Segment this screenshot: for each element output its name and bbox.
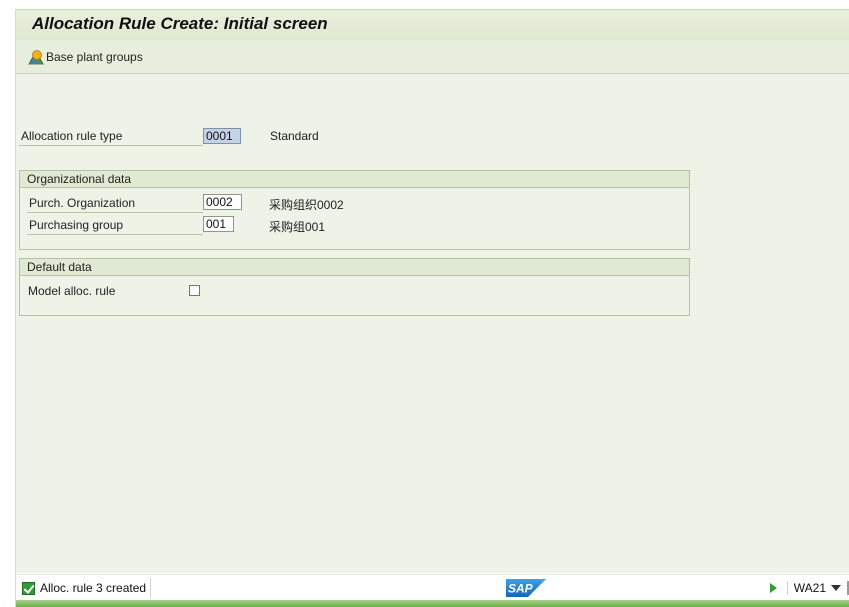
model-alloc-rule-checkbox[interactable]: [189, 285, 200, 296]
system-info: WA21: [769, 579, 849, 597]
top-edge: [15, 0, 849, 9]
left-frame: [0, 0, 16, 607]
label-underline: [19, 145, 203, 146]
purch-organization-description: 采购组织0002: [269, 198, 344, 212]
chevron-down-icon[interactable]: [831, 585, 841, 591]
allocation-rule-type-label: Allocation rule type: [21, 129, 123, 143]
main-content: Allocation rule type 0001 Standard Organ…: [16, 74, 849, 573]
organizational-data-group: Organizational data Purch. Organization …: [19, 170, 690, 250]
default-data-title: Default data: [20, 259, 689, 276]
default-data-group: Default data Model alloc. rule: [19, 258, 690, 316]
label-underline: [27, 234, 203, 235]
play-icon[interactable]: [769, 583, 777, 593]
application-toolbar: Base plant groups: [16, 40, 849, 74]
status-message-text: Alloc. rule 3 created: [40, 581, 147, 595]
bottom-accent-strip: [16, 600, 849, 607]
system-id: WA21: [786, 581, 826, 595]
organizational-data-title: Organizational data: [20, 171, 689, 188]
title-bar: Allocation Rule Create: Initial screen: [16, 9, 849, 41]
plant-groups-icon: [28, 50, 44, 65]
status-message[interactable]: Alloc. rule 3 created: [17, 578, 152, 598]
allocation-rule-type-input[interactable]: 0001: [203, 128, 241, 144]
label-underline: [27, 212, 203, 213]
base-plant-groups-button[interactable]: Base plant groups: [28, 48, 143, 66]
allocation-rule-type-description: Standard: [270, 129, 319, 143]
purch-organization-label: Purch. Organization: [29, 196, 136, 210]
window-title: Allocation Rule Create: Initial screen: [32, 14, 328, 33]
model-alloc-rule-label: Model alloc. rule: [28, 284, 116, 298]
status-bar: Alloc. rule 3 created SAP WA21: [16, 574, 849, 601]
purchasing-group-description: 采购组001: [269, 220, 326, 234]
purch-organization-input[interactable]: 0002: [203, 194, 242, 210]
sap-logo-text: SAP: [508, 582, 534, 596]
success-check-icon: [22, 581, 35, 595]
base-plant-groups-label: Base plant groups: [46, 50, 143, 64]
purchasing-group-label: Purchasing group: [29, 218, 124, 232]
purchasing-group-input[interactable]: 001: [203, 216, 234, 232]
sap-logo: SAP: [506, 579, 546, 597]
